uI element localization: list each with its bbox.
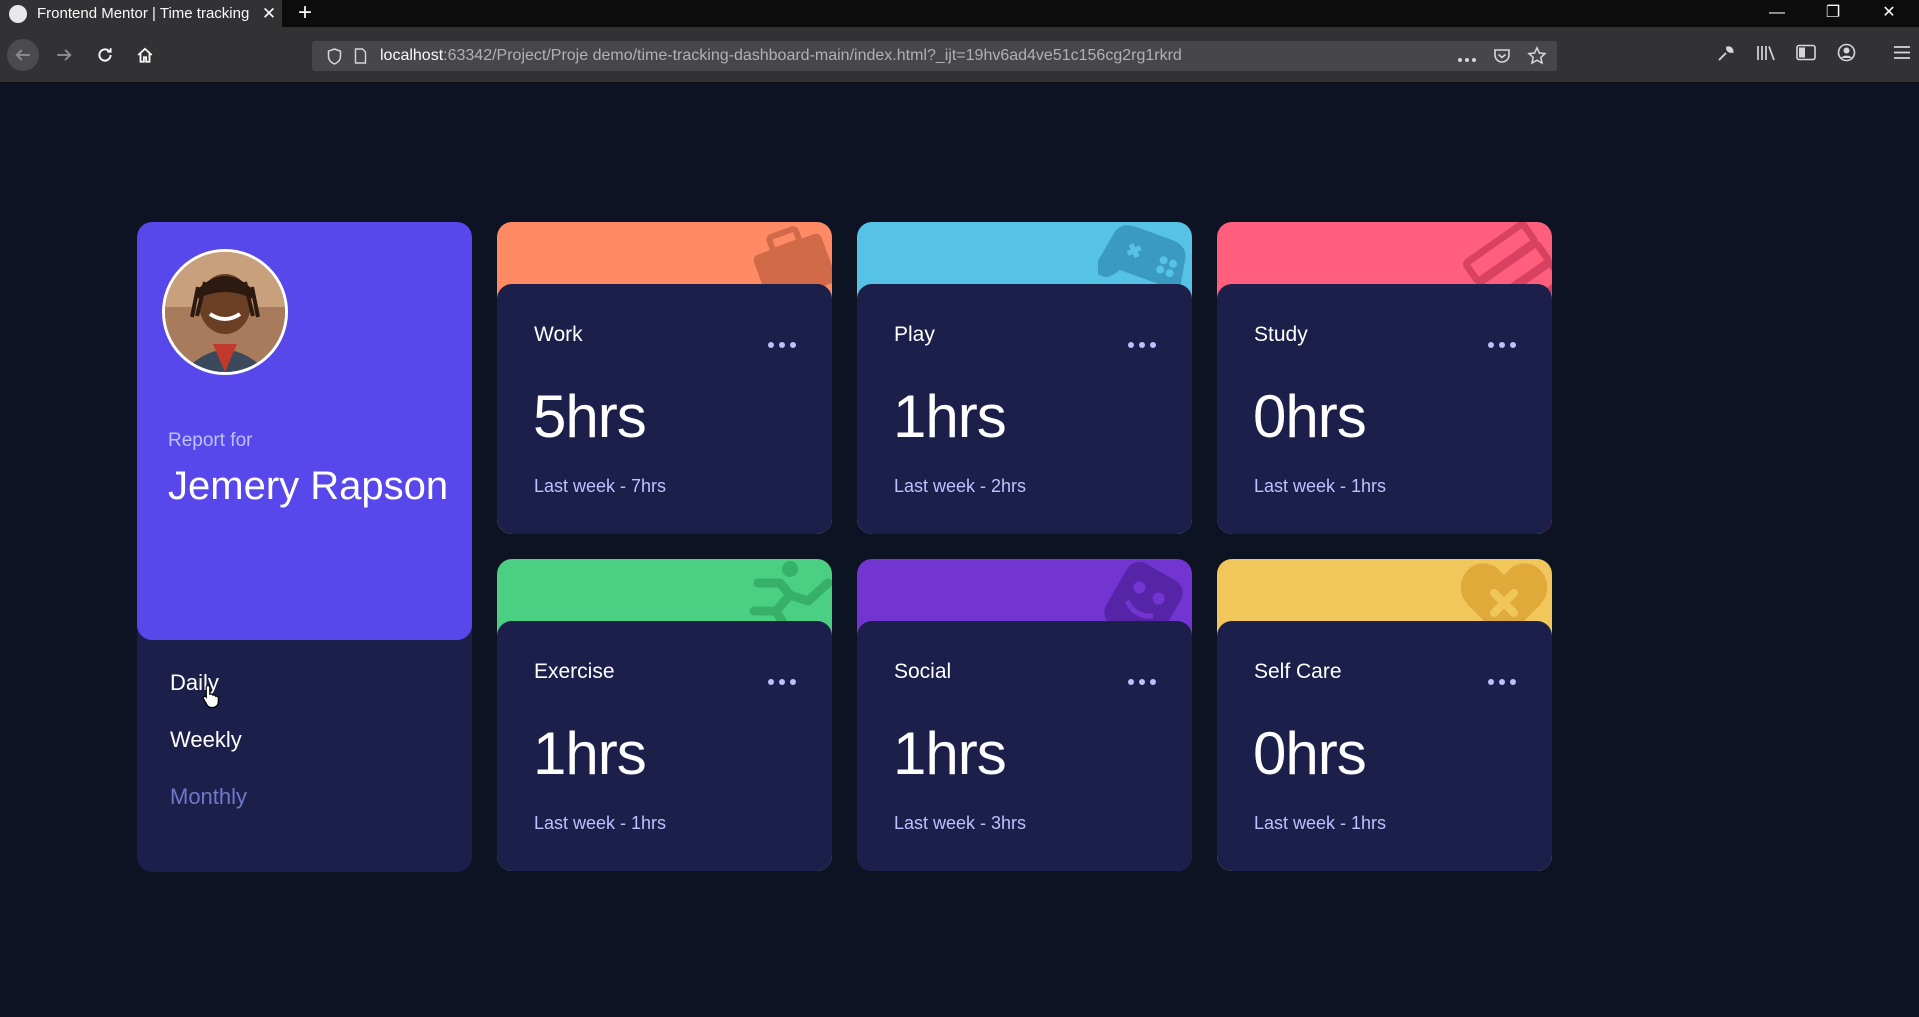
favicon-icon (9, 4, 27, 23)
card-title: Self Care (1254, 660, 1342, 683)
home-icon (137, 47, 153, 63)
card-body: Self Care 0hrs Last week - 1hrs (1217, 621, 1552, 871)
shield-icon[interactable] (324, 46, 344, 66)
current-hours: 5hrs (533, 383, 647, 450)
browser-tab[interactable]: Frontend Mentor | Time tracking dashboar… (0, 0, 282, 27)
forward-button[interactable] (48, 39, 80, 71)
card-body: Play 1hrs Last week - 2hrs (857, 284, 1192, 534)
card-body: Exercise 1hrs Last week - 1hrs (497, 621, 832, 871)
url-path: :63342/Project/Proje demo/time-tracking-… (443, 47, 1182, 64)
restore-button[interactable]: ❐ (1805, 0, 1861, 27)
back-button[interactable] (7, 39, 39, 71)
ellipsis-icon[interactable] (768, 342, 796, 350)
period-weekly[interactable]: Weekly (170, 727, 242, 753)
card-body: Study 0hrs Last week - 1hrs (1217, 284, 1552, 534)
card-title: Exercise (534, 660, 615, 683)
card-title: Social (894, 660, 952, 683)
menu-icon[interactable] (1882, 45, 1919, 60)
reload-button[interactable] (89, 39, 121, 71)
back-arrow-icon (15, 49, 30, 61)
card-self-care: Self Care 0hrs Last week - 1hrs (1217, 559, 1552, 871)
current-hours: 0hrs (1253, 720, 1367, 787)
card-title: Study (1254, 323, 1308, 346)
card-title: Play (894, 323, 935, 346)
pointer-cursor-icon (202, 684, 219, 708)
previous-hours: Last week - 1hrs (1254, 813, 1387, 833)
card-study: Study 0hrs Last week - 1hrs (1217, 222, 1552, 534)
tab-title: Frontend Mentor | Time tracking dashboar… (37, 5, 251, 22)
bookmark-star-icon[interactable] (1527, 46, 1547, 71)
avatar (162, 249, 288, 375)
profile-card: Report for Jemery Rapson Daily Weekly Mo… (137, 222, 472, 872)
ellipsis-icon[interactable] (1128, 342, 1156, 350)
card-work: Work 5hrs Last week - 7hrs (497, 222, 832, 534)
page-actions-icon[interactable] (1457, 50, 1477, 68)
library-icon[interactable] (1746, 44, 1786, 62)
previous-hours: Last week - 1hrs (534, 813, 667, 833)
page-icon (350, 46, 370, 66)
browser-toolbar: localhost:63342/Project/Proje demo/time-… (0, 27, 1919, 83)
url-host: localhost (380, 47, 444, 64)
current-hours: 0hrs (1253, 383, 1367, 450)
card-body: Social 1hrs Last week - 3hrs (857, 621, 1192, 871)
url-bar[interactable]: localhost:63342/Project/Proje demo/time-… (312, 41, 1557, 71)
card-play: Play 1hrs Last week - 2hrs (857, 222, 1192, 534)
account-icon[interactable] (1826, 43, 1866, 62)
home-button[interactable] (129, 39, 161, 71)
reload-icon (98, 48, 112, 62)
current-hours: 1hrs (893, 720, 1007, 787)
new-tab-button[interactable]: + (288, 0, 322, 27)
previous-hours: Last week - 1hrs (1254, 476, 1387, 496)
browser-tab-bar: Frontend Mentor | Time tracking dashboar… (0, 0, 1919, 27)
wrench-icon[interactable] (1706, 44, 1746, 62)
previous-hours: Last week - 7hrs (534, 476, 667, 496)
ellipsis-icon[interactable] (768, 679, 796, 687)
forward-arrow-icon (57, 49, 72, 61)
card-title: Work (534, 323, 583, 346)
sidebar-icon[interactable] (1786, 44, 1826, 61)
ellipsis-icon[interactable] (1488, 679, 1516, 687)
current-hours: 1hrs (533, 720, 647, 787)
period-monthly[interactable]: Monthly (170, 784, 247, 810)
profile-header: Report for Jemery Rapson (137, 222, 472, 640)
card-body: Work 5hrs Last week - 7hrs (497, 284, 832, 534)
current-hours: 1hrs (893, 383, 1007, 450)
previous-hours: Last week - 3hrs (894, 813, 1027, 833)
minimize-button[interactable]: — (1749, 0, 1805, 27)
tab-close-icon[interactable]: ✕ (259, 4, 279, 24)
pocket-icon[interactable] (1493, 47, 1511, 70)
card-exercise: Exercise 1hrs Last week - 1hrs (497, 559, 832, 871)
ellipsis-icon[interactable] (1128, 679, 1156, 687)
url-text[interactable]: localhost:63342/Project/Proje demo/time-… (380, 47, 1460, 65)
card-social: Social 1hrs Last week - 3hrs (857, 559, 1192, 871)
ellipsis-icon[interactable] (1488, 342, 1516, 350)
report-for-label: Report for (168, 430, 253, 451)
close-window-button[interactable]: ✕ (1861, 0, 1917, 27)
profile-name: Jemery Rapson (168, 464, 449, 508)
previous-hours: Last week - 2hrs (894, 476, 1027, 496)
